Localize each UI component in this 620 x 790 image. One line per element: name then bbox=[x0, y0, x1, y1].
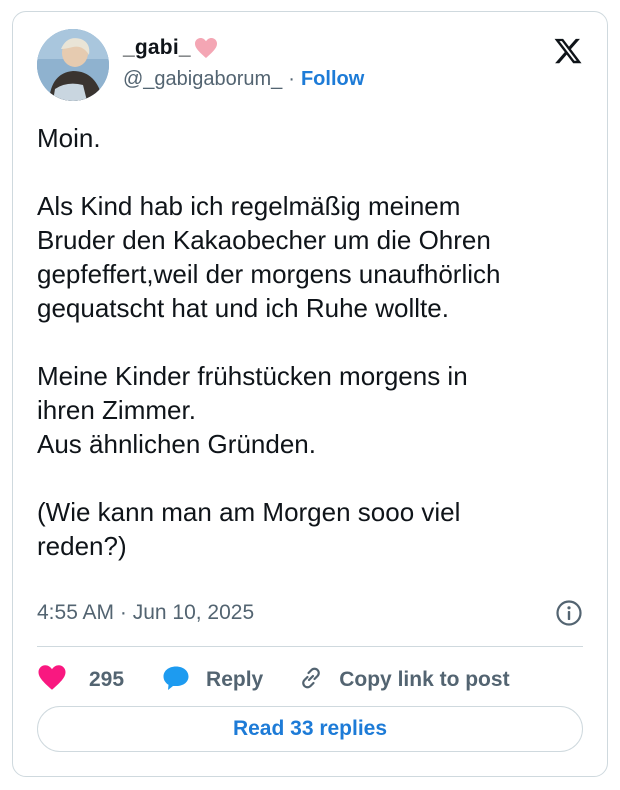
tweet-line-break bbox=[37, 461, 592, 495]
tweet-line: Meine Kinder frühstücken morgens in bbox=[37, 361, 468, 391]
tweet-line: Moin. bbox=[37, 123, 101, 153]
tweet-line: gequatscht hat und ich Ruhe wollte. bbox=[37, 293, 449, 323]
info-icon[interactable] bbox=[555, 599, 583, 627]
tweet-line: Bruder den Kakaobecher um die Ohren bbox=[37, 225, 491, 255]
author-handle-row: @_gabigaborum_ · Follow bbox=[123, 68, 364, 91]
tweet-line: Aus ähnlichen Gründen. bbox=[37, 429, 316, 459]
pink-heart-icon bbox=[194, 37, 218, 59]
x-logo-icon[interactable] bbox=[553, 36, 583, 66]
separator-dot: · bbox=[288, 68, 295, 90]
author-display-name[interactable]: _gabi_ bbox=[123, 36, 191, 60]
tweet-line-break bbox=[37, 325, 592, 359]
tweet-line: (Wie kann man am Morgen sooo viel bbox=[37, 497, 461, 527]
tweet-timestamp[interactable]: 4:55 AM · Jun 10, 2025 bbox=[37, 601, 254, 625]
like-button[interactable]: 295 bbox=[37, 664, 124, 696]
action-bar: 295 Reply Copy link to post bbox=[37, 660, 510, 700]
author-handle[interactable]: @_gabigaborum_ bbox=[123, 68, 282, 91]
tweet-line: Als Kind hab ich regelmäßig meinem bbox=[37, 191, 461, 221]
heart-icon bbox=[37, 664, 67, 696]
copy-link-button[interactable]: Copy link to post bbox=[297, 664, 510, 697]
avatar[interactable] bbox=[37, 29, 109, 101]
link-icon bbox=[297, 664, 325, 697]
copy-link-label: Copy link to post bbox=[339, 668, 510, 691]
tweet-line: gepfeffert,weil der morgens unaufhörlich bbox=[37, 259, 501, 289]
tweet-card: _gabi_ @_gabigaborum_ · Follow Moin. Als … bbox=[12, 11, 608, 777]
tweet-line: reden?) bbox=[37, 531, 127, 561]
author-name-row: _gabi_ bbox=[123, 34, 218, 62]
reply-label: Reply bbox=[206, 668, 264, 691]
reply-bubble-icon bbox=[162, 665, 190, 696]
tweet-text: Moin. Als Kind hab ich regelmäßig meinem B… bbox=[37, 121, 592, 563]
avatar-image bbox=[37, 29, 109, 101]
tweet-line: ihren Zimmer. bbox=[37, 395, 196, 425]
reply-button[interactable]: Reply bbox=[162, 665, 263, 696]
read-replies-button[interactable]: Read 33 replies bbox=[37, 706, 583, 752]
read-replies-label: Read 33 replies bbox=[232, 717, 388, 740]
tweet-line-break bbox=[37, 155, 592, 189]
follow-button[interactable]: Follow bbox=[301, 68, 364, 91]
divider bbox=[37, 646, 583, 647]
like-count: 295 bbox=[89, 668, 125, 691]
